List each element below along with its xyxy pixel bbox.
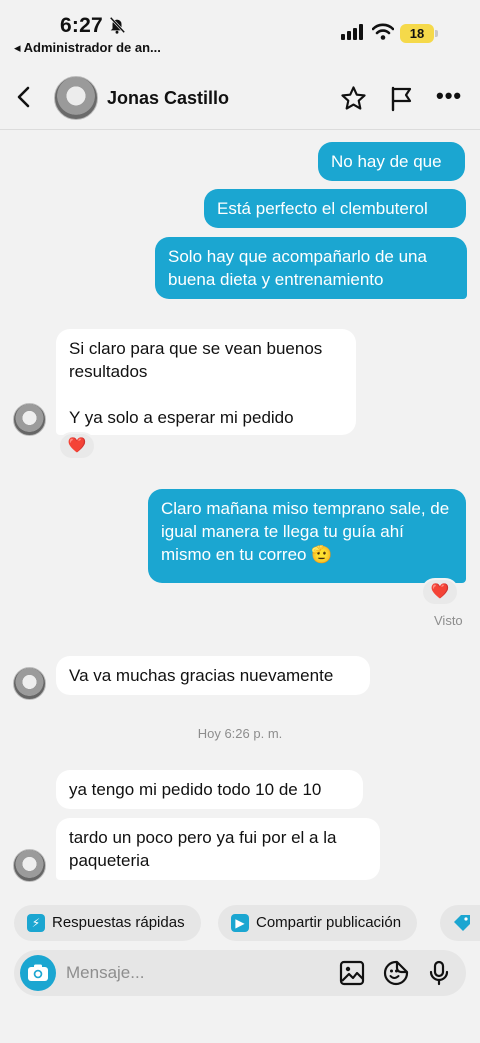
- contact-avatar-small[interactable]: [13, 849, 46, 882]
- heart-reaction[interactable]: ❤️: [58, 432, 96, 460]
- contact-avatar[interactable]: [54, 76, 98, 120]
- chat-header: Jonas Castillo •••: [0, 66, 480, 130]
- microphone-icon[interactable]: [426, 960, 452, 986]
- message-input[interactable]: [66, 962, 316, 984]
- quick-replies-label: Respuestas rápidas: [52, 914, 185, 931]
- back-to-app-link[interactable]: ◂ Administrador de an...: [14, 40, 161, 56]
- share-post-chip[interactable]: ▶ Compartir publicación: [218, 905, 418, 941]
- more-options-icon[interactable]: •••: [436, 85, 462, 109]
- message-outgoing[interactable]: Claro mañana miso temprano sale, de igua…: [148, 489, 466, 583]
- share-post-label: Compartir publicación: [256, 914, 402, 931]
- message-incoming[interactable]: Si claro para que se vean buenos resulta…: [56, 329, 356, 435]
- back-arrow-icon[interactable]: [12, 84, 38, 110]
- message-outgoing[interactable]: No hay de que: [318, 142, 465, 181]
- play-icon: ▶: [231, 914, 249, 932]
- camera-button[interactable]: [20, 955, 56, 991]
- gallery-icon[interactable]: [339, 960, 365, 986]
- seen-status: Visto: [434, 613, 463, 628]
- flag-icon[interactable]: [389, 85, 415, 112]
- message-composer: [14, 950, 466, 996]
- contact-avatar-small[interactable]: [13, 403, 46, 436]
- clock: 6:27: [60, 14, 103, 37]
- message-outgoing[interactable]: Solo hay que acompañarlo de una buena di…: [155, 237, 467, 299]
- battery-indicator: 18: [400, 24, 438, 43]
- message-outgoing[interactable]: Está perfecto el clembuterol: [204, 189, 466, 228]
- lightning-icon: ⚡: [27, 914, 45, 932]
- sticker-icon[interactable]: [383, 960, 409, 986]
- contact-name[interactable]: Jonas Castillo: [107, 88, 229, 109]
- status-bar: 6:27 ◂ Administrador de an... 18: [0, 0, 480, 62]
- message-incoming[interactable]: Va va muchas gracias nuevamente: [56, 656, 370, 695]
- tag-chip[interactable]: [440, 905, 480, 941]
- star-icon[interactable]: [340, 85, 367, 112]
- cellular-signal-icon: [341, 24, 363, 40]
- tag-icon: [454, 915, 470, 931]
- contact-avatar-small[interactable]: [13, 667, 46, 700]
- message-incoming[interactable]: ya tengo mi pedido todo 10 de 10: [56, 770, 363, 809]
- heart-reaction[interactable]: ❤️: [421, 578, 459, 606]
- message-incoming[interactable]: tardo un poco pero ya fui por el a la pa…: [56, 818, 380, 880]
- bell-muted-icon: [109, 16, 126, 34]
- quick-replies-chip[interactable]: ⚡ Respuestas rápidas: [14, 905, 201, 941]
- message-timestamp: Hoy 6:26 p. m.: [197, 726, 283, 741]
- wifi-icon: [372, 23, 394, 40]
- camera-icon: [28, 964, 48, 981]
